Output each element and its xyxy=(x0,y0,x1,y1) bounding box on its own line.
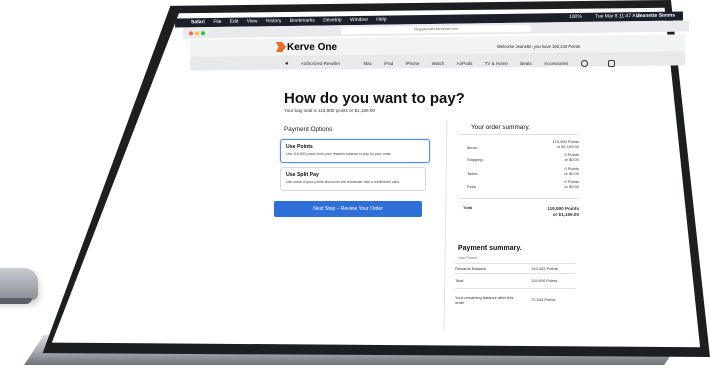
row-value-cash: or $1,199.00 xyxy=(556,144,579,149)
row-value: 72,343 Points xyxy=(531,297,556,302)
minimize-window-button[interactable] xyxy=(195,31,200,36)
payment-options-title: Payment Options xyxy=(284,126,333,133)
authorized-reseller-label: Authorized Reseller xyxy=(300,60,341,66)
laptop-scene: Safari File Edit View History Bookmarks … xyxy=(0,0,710,388)
close-window-button[interactable] xyxy=(189,31,194,36)
menu-bookmarks[interactable]: Bookmarks xyxy=(290,18,315,24)
menu-edit[interactable]: Edit xyxy=(230,19,239,25)
option-title: Use Points xyxy=(286,144,313,150)
nav-beats[interactable]: Beats xyxy=(520,61,532,66)
payment-row-balance: Rewards Balance 192,343 Points xyxy=(455,266,573,271)
menu-develop[interactable]: Develop xyxy=(323,17,341,23)
menu-view[interactable]: View xyxy=(247,18,258,24)
address-bar[interactable]: kf-appleorder.kerveone.com xyxy=(340,24,532,35)
row-label: Taxes xyxy=(467,171,478,176)
split-pay-option[interactable]: Use Split Pay Use some of your points an… xyxy=(280,167,426,191)
nav-iphone[interactable]: iPhone xyxy=(406,61,420,66)
bag-total: Your bag total is 115,900 points or $1,1… xyxy=(284,108,375,113)
divider xyxy=(458,198,579,199)
row-label: Total xyxy=(455,278,464,283)
nav-tv-home[interactable]: TV & Home xyxy=(485,61,508,66)
order-summary-title: Your order summary. xyxy=(471,124,530,131)
payment-summary-title: Payment summary. xyxy=(458,245,522,252)
divider xyxy=(458,134,578,135)
background-laptop xyxy=(0,268,38,304)
option-description: Use some of your points and cover the re… xyxy=(286,180,400,184)
product-nav: ● Authorized Reseller Mac iPad iPhone Wa… xyxy=(285,60,626,67)
brand-name[interactable]: Kerve One xyxy=(287,42,337,53)
row-label: Rewards Balance xyxy=(455,266,487,271)
menu-window[interactable]: Window xyxy=(350,17,368,23)
row-label: Items xyxy=(467,145,477,150)
app-menu[interactable]: Safari xyxy=(191,19,205,25)
divider xyxy=(455,263,575,264)
payment-method: Use Points xyxy=(458,255,478,260)
row-label: Shipping xyxy=(467,157,483,162)
menu-history[interactable]: History xyxy=(266,18,282,24)
row-value-cash: or $1,199.00 xyxy=(552,212,579,217)
menu-file[interactable]: File xyxy=(213,19,221,25)
divider xyxy=(455,273,575,274)
next-step-button[interactable]: Next Step – Review Your Order xyxy=(274,201,422,217)
payment-row-total: Total 119,600 Points xyxy=(455,278,573,283)
welcome-message: Welcome Jeanette, you have 192,243 Point… xyxy=(497,44,581,49)
nav-airpods[interactable]: AirPods xyxy=(457,61,473,66)
option-description: Use 115,900 points from your rewards bal… xyxy=(286,152,392,156)
nav-mac[interactable]: Mac xyxy=(363,61,372,66)
nav-watch[interactable]: Watch xyxy=(432,61,445,66)
use-points-option[interactable]: Use Points Use 115,900 points from your … xyxy=(280,139,430,163)
row-value-cash: or $0.00 xyxy=(564,157,579,162)
apple-logo-icon: ● xyxy=(285,60,289,67)
row-value: 119,900 Points xyxy=(547,206,579,211)
page-title: How do you want to pay? xyxy=(284,90,465,107)
bag-icon[interactable] xyxy=(607,60,615,67)
payment-row-remaining: Your remaining balance after this order … xyxy=(455,295,573,305)
divider xyxy=(455,288,575,289)
row-label: Your remaining balance after this order xyxy=(455,295,514,305)
row-value-cash: or $0.00 xyxy=(564,171,579,176)
option-title: Use Split Pay xyxy=(286,172,319,178)
nav-ipad[interactable]: iPad xyxy=(384,61,393,66)
menu-help[interactable]: Help xyxy=(376,17,386,23)
row-label: Total xyxy=(463,205,473,210)
nav-accessories[interactable]: Accessories xyxy=(544,61,568,66)
maximize-window-button[interactable] xyxy=(201,31,206,36)
battery-status: 100% xyxy=(568,13,582,21)
row-value: 119,600 Points xyxy=(531,278,558,283)
row-value: 192,343 Points xyxy=(531,266,558,271)
search-icon[interactable] xyxy=(580,60,588,67)
row-value-cash: or $0.00 xyxy=(564,184,579,189)
user-name[interactable]: Jeanette Simms xyxy=(637,12,675,22)
row-label: Fees xyxy=(467,184,476,189)
